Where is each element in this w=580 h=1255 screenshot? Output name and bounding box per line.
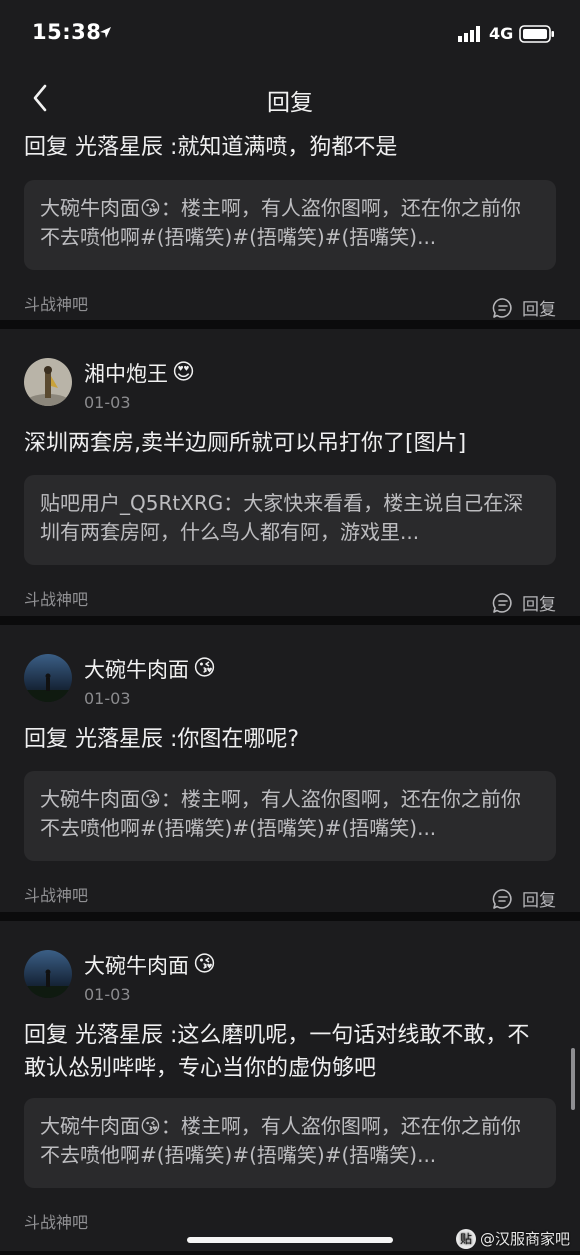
reply-button[interactable]: 回复 bbox=[492, 295, 556, 320]
emoji-badge: 😘 bbox=[193, 656, 216, 681]
quoted-post[interactable]: 大碗牛肉面😘：楼主啊，有人盗你图啊，还在你之前你不去喷他啊#(捂嘴笑)#(捂嘴笑… bbox=[24, 180, 556, 270]
status-time: 15:38 bbox=[32, 20, 102, 44]
watermark-text: @汉服商家吧 bbox=[479, 1230, 570, 1248]
screen: 15:38 4G 回复 回复 光落星辰:就知道满喷，狗都不是 大碗牛肉面😘：楼… bbox=[0, 0, 580, 1255]
reply-content[interactable]: 回复 光落星辰 :这么磨叽呢，一句话对线敢不敢，不敢认怂别哔哔，专心当你的虚伪够… bbox=[24, 1019, 544, 1085]
username[interactable]: 湘中炮王 😍 bbox=[84, 358, 195, 388]
reply-card[interactable]: 大碗牛肉面 😘 01-03 回复 光落星辰 :你图在哪呢? 大碗牛肉面😘：楼主啊… bbox=[0, 625, 580, 912]
emoji-badge: 😍 bbox=[172, 360, 195, 385]
status-bar: 15:38 4G bbox=[0, 0, 580, 66]
nav-bar: 回复 bbox=[0, 66, 580, 129]
username[interactable]: 大碗牛肉面 😘 bbox=[84, 654, 216, 684]
username-text: 湘中炮王 bbox=[84, 362, 168, 386]
avatar[interactable] bbox=[24, 654, 72, 702]
watermark: 贴 @汉服商家吧 bbox=[455, 1228, 570, 1249]
reply-label: 回复 bbox=[522, 595, 556, 615]
avatar[interactable] bbox=[24, 358, 72, 406]
comment-icon bbox=[492, 592, 512, 613]
location-arrow-icon bbox=[100, 27, 111, 38]
username-text: 大碗牛肉面 bbox=[84, 658, 189, 682]
reply-button[interactable]: 回复 bbox=[492, 886, 556, 911]
forum-name[interactable]: 斗战神吧 bbox=[24, 291, 88, 315]
network-type: 4G bbox=[489, 24, 514, 43]
avatar[interactable] bbox=[24, 950, 72, 998]
reply-label: 回复 bbox=[522, 300, 556, 320]
quoted-post[interactable]: 贴吧用户_Q5RtXRG：大家快来看看，楼主说自己在深圳有两套房阿，什么鸟人都有… bbox=[24, 475, 556, 565]
post-date: 01-03 bbox=[84, 689, 131, 708]
battery-icon bbox=[519, 25, 554, 43]
quoted-text: 贴吧用户_Q5RtXRG：大家快来看看，楼主说自己在深圳有两套房阿，什么鸟人都有… bbox=[40, 491, 524, 544]
reply-feed[interactable]: 01-03 回复 光落星辰 :就知道满喷，狗都不是 大碗牛肉面😘：楼主啊，有人盗… bbox=[0, 129, 580, 1255]
quoted-post[interactable]: 大碗牛肉面😘：楼主啊，有人盗你图啊，还在你之前你不去喷他啊#(捂嘴笑)#(捂嘴笑… bbox=[24, 771, 556, 861]
post-date: 01-03 bbox=[84, 985, 131, 1004]
comment-icon bbox=[492, 297, 512, 318]
quoted-text: 大碗牛肉面😘：楼主啊，有人盗你图啊，还在你之前你不去喷他啊#(捂嘴笑)#(捂嘴笑… bbox=[40, 196, 521, 249]
forum-name[interactable]: 斗战神吧 bbox=[24, 882, 88, 906]
reply-content[interactable]: 深圳两套房,卖半边厕所就可以吊打你了[图片] bbox=[24, 427, 544, 460]
scroll-indicator[interactable] bbox=[571, 1048, 575, 1110]
avatar-image bbox=[24, 950, 72, 998]
home-indicator[interactable] bbox=[187, 1237, 393, 1243]
page-title: 回复 bbox=[267, 90, 313, 116]
reply-feed-content: 01-03 回复 光落星辰 :就知道满喷，狗都不是 大碗牛肉面😘：楼主啊，有人盗… bbox=[0, 129, 580, 1255]
quoted-text: 大碗牛肉面😘：楼主啊，有人盗你图啊，还在你之前你不去喷他啊#(捂嘴笑)#(捂嘴笑… bbox=[40, 1114, 521, 1167]
post-date: 01-03 bbox=[84, 393, 131, 412]
forum-name[interactable]: 斗战神吧 bbox=[24, 586, 88, 610]
reply-content[interactable]: 回复 光落星辰 :你图在哪呢? bbox=[24, 723, 544, 756]
username[interactable]: 大碗牛肉面 😘 bbox=[84, 950, 216, 980]
comment-icon bbox=[492, 888, 512, 909]
quoted-text: 大碗牛肉面😘：楼主啊，有人盗你图啊，还在你之前你不去喷他啊#(捂嘴笑)#(捂嘴笑… bbox=[40, 787, 521, 840]
avatar-image bbox=[24, 358, 72, 406]
avatar-image bbox=[24, 654, 72, 702]
quoted-post[interactable]: 大碗牛肉面😘：楼主啊，有人盗你图啊，还在你之前你不去喷他啊#(捂嘴笑)#(捂嘴笑… bbox=[24, 1098, 556, 1188]
reply-card[interactable]: 大碗牛肉面 😘 01-03 回复 光落星辰 :这么磨叽呢，一句话对线敢不敢，不敢… bbox=[0, 921, 580, 1251]
signal-bars-icon bbox=[458, 26, 480, 42]
reply-card[interactable]: 01-03 回复 光落星辰 :就知道满喷，狗都不是 大碗牛肉面😘：楼主啊，有人盗… bbox=[0, 129, 580, 320]
username-text: 大碗牛肉面 bbox=[84, 954, 189, 978]
reply-content[interactable]: 回复 光落星辰 :就知道满喷，狗都不是 bbox=[24, 131, 544, 164]
tieba-logo-icon: 贴 bbox=[455, 1228, 476, 1249]
reply-card[interactable]: 湘中炮王 😍 01-03 深圳两套房,卖半边厕所就可以吊打你了[图片] 贴吧用户… bbox=[0, 329, 580, 616]
reply-label: 回复 bbox=[522, 891, 556, 911]
reply-button[interactable]: 回复 bbox=[492, 590, 556, 615]
emoji-badge: 😘 bbox=[193, 952, 216, 977]
forum-name[interactable]: 斗战神吧 bbox=[24, 1209, 88, 1233]
